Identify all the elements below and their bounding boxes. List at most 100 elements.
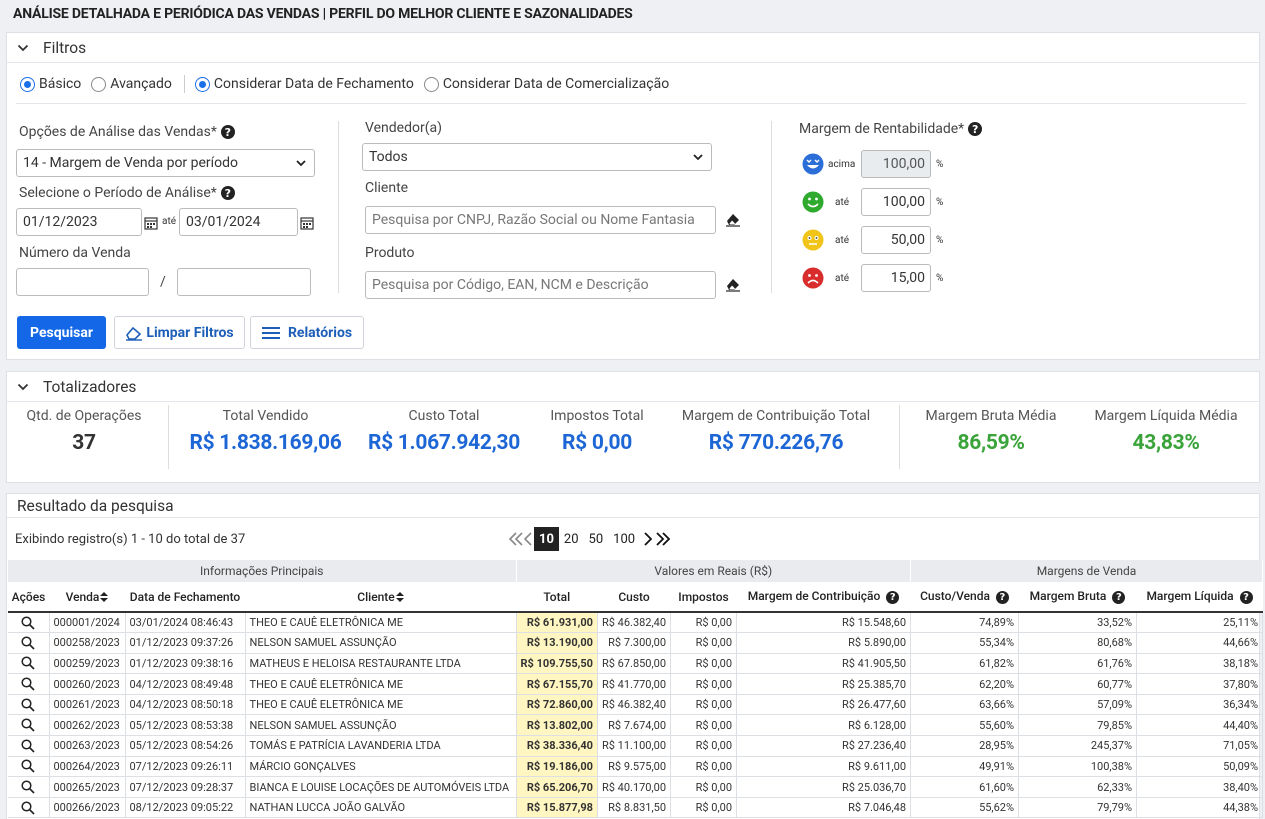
date-from-input[interactable]: 01/12/2023 (16, 208, 142, 236)
margin-yellow-input[interactable]: 50,00 (861, 226, 931, 254)
radio-basico[interactable]: Básico (20, 76, 81, 92)
cell-venda: 000261/2023 (49, 694, 126, 716)
filters-header[interactable]: Filtros (7, 33, 1259, 63)
row-actions (8, 756, 50, 778)
row-actions (8, 673, 50, 695)
cell-impostos: R$ 0,00 (670, 735, 738, 757)
cell-margem-bruta: 61,76% (1018, 653, 1138, 675)
group-header-margins: Margens de Venda (910, 560, 1264, 582)
table-row: 000001/2024 03/01/2024 08:46:43 THEO E CAU… (8, 612, 1264, 634)
sale-year-input[interactable] (177, 268, 311, 296)
sale-number-separator: / (160, 274, 166, 290)
search-icon[interactable] (21, 656, 35, 671)
percent-label: % (936, 273, 944, 284)
period-label: Selecione o Período de Análise*? (19, 185, 235, 201)
cell-venda: 000264/2023 (49, 756, 126, 778)
analysis-options-select[interactable]: 14 - Margem de Venda por período (16, 149, 315, 177)
sale-number-input[interactable] (16, 268, 149, 296)
col-data-fechamento: Data de Fechamento (125, 582, 245, 613)
cell-custo-venda: 61,82% (910, 653, 1020, 675)
clear-filters-button[interactable]: Limpar Filtros (114, 316, 245, 349)
filters-title: Filtros (43, 38, 87, 57)
cell-margem-liquida: 25,11% (1136, 612, 1264, 634)
radio-data-comercializacao[interactable]: Considerar Data de Comercialização (423, 76, 669, 92)
totals-header[interactable]: Totalizadores (7, 372, 1259, 402)
search-icon[interactable] (21, 615, 35, 630)
cell-margem-bruta: 100,38% (1018, 756, 1138, 778)
margin-red-input[interactable]: 15,00 (861, 264, 931, 292)
help-icon[interactable]: ? (1112, 591, 1126, 604)
calendar-icon[interactable] (300, 216, 314, 230)
cell-total: R$ 13.190,00 (516, 632, 598, 654)
col-margem-contribuicao: Margem de Contribuição? (736, 582, 911, 613)
search-icon[interactable] (21, 698, 35, 712)
search-icon[interactable] (21, 718, 35, 732)
group-header-main: Informações Principais (8, 560, 517, 582)
cell-impostos: R$ 0,00 (670, 673, 738, 695)
cell-cliente: MATHEUS E HELOISA RESTAURANTE LTDA (245, 653, 517, 675)
col-custo-venda: Custo/Venda? (910, 582, 1019, 613)
divider (183, 75, 185, 93)
next-page-icon[interactable] (643, 532, 653, 546)
help-icon[interactable]: ? (968, 122, 983, 136)
prev-page-icon[interactable] (524, 532, 533, 546)
total-sold: Total Vendido R$ 1.838.169,06 (189, 408, 342, 455)
col-acoes: Ações (8, 582, 49, 613)
help-icon[interactable]: ? (995, 591, 1009, 604)
sale-number-label: Número da Venda (19, 245, 131, 261)
client-search-input[interactable]: Pesquisa por CNPJ, Razão Social ou Nome … (365, 206, 716, 234)
cell-margem-liquida: 36,34% (1136, 694, 1264, 716)
product-search-input[interactable]: Pesquisa por Código, EAN, NCM e Descriçã… (365, 271, 716, 299)
cell-total: R$ 13.802,00 (516, 714, 598, 737)
reports-button[interactable]: Relatórios (250, 316, 364, 349)
cell-venda: 000262/2023 (49, 714, 126, 737)
search-icon[interactable] (21, 677, 35, 691)
seller-select[interactable]: Todos (362, 143, 712, 171)
date-to-input[interactable]: 03/01/2024 (179, 208, 298, 236)
date-until-label: até (162, 216, 177, 227)
cell-cliente: MÁRCIO GONÇALVES (245, 756, 517, 778)
help-icon[interactable]: ? (220, 125, 235, 139)
chevron-down-icon (296, 160, 306, 167)
last-page-icon[interactable] (655, 532, 671, 546)
analysis-options-label: Opções de Análise das Vendas*? (19, 124, 235, 140)
radio-data-fechamento[interactable]: Considerar Data de Fechamento (194, 76, 414, 92)
eraser-icon[interactable] (725, 211, 741, 227)
radio-checked-icon (194, 76, 210, 92)
search-icon[interactable] (21, 636, 35, 650)
cell-cliente: TOMÁS E PATRÍCIA LAVANDERIA LTDA (245, 735, 517, 757)
search-button[interactable]: Pesquisar (17, 316, 106, 349)
cell-margem-liquida: 50,09% (1136, 756, 1264, 778)
search-icon[interactable] (21, 739, 35, 753)
product-label: Produto (365, 245, 415, 261)
radio-avancado[interactable]: Avançado (91, 76, 172, 92)
cell-data: 07/12/2023 09:28:37 (125, 776, 246, 798)
search-icon[interactable] (21, 759, 35, 774)
page-size-50[interactable]: 50 (584, 527, 609, 551)
cell-cliente: THEO E CAUÊ ELETRÔNICA ME (245, 694, 517, 716)
page-size-20[interactable]: 20 (559, 527, 584, 551)
col-cliente[interactable]: Cliente (245, 582, 516, 613)
col-venda[interactable]: Venda (49, 582, 125, 613)
cell-margem-bruta: 62,33% (1018, 776, 1138, 798)
help-icon[interactable]: ? (1239, 591, 1253, 604)
help-icon[interactable]: ? (220, 186, 235, 200)
eraser-icon[interactable] (725, 276, 741, 292)
cell-margem-liquida: 38,18% (1136, 653, 1264, 675)
radio-checked-icon (20, 76, 35, 92)
cell-venda: 000263/2023 (49, 735, 126, 757)
divider (771, 121, 772, 293)
page-size-10[interactable]: 10 (534, 527, 559, 551)
page-size-100[interactable]: 100 (608, 527, 640, 551)
help-icon[interactable]: ? (886, 591, 900, 604)
cell-custo: R$ 8.831,50 (597, 797, 672, 819)
seller-label: Vendedor(a) (365, 120, 442, 136)
margin-above-input: 100,00 (861, 150, 931, 178)
first-page-icon[interactable] (508, 532, 524, 546)
margin-green-input[interactable]: 100,00 (861, 188, 931, 216)
search-icon[interactable] (21, 780, 35, 794)
search-icon[interactable] (21, 801, 35, 815)
calendar-icon[interactable] (144, 216, 158, 230)
cell-impostos: R$ 0,00 (670, 653, 738, 675)
cell-cliente: NELSON SAMUEL ASSUNÇÃO (245, 714, 517, 737)
